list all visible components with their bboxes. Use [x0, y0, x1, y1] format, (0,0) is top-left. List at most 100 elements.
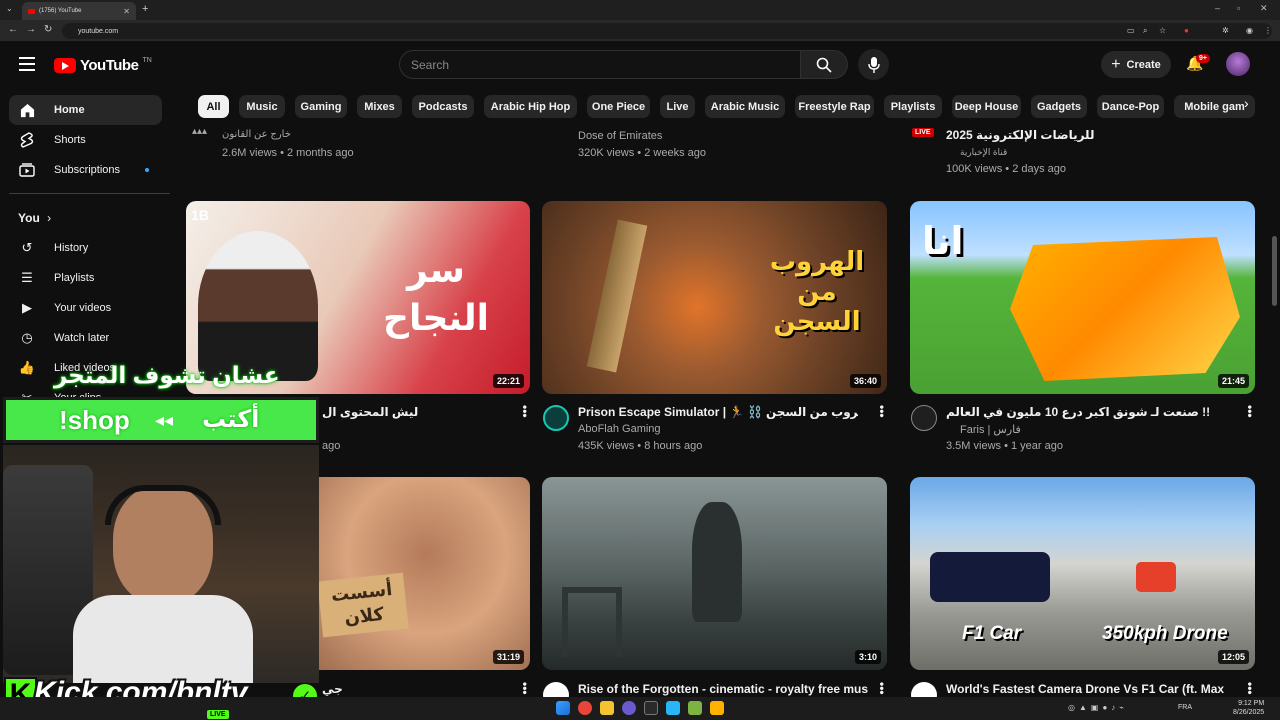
clock[interactable]: 9:12 PM 8/26/2025 — [1233, 699, 1264, 717]
video-title[interactable]: World's Fastest Camera Drone Vs F1 Car (… — [946, 682, 1236, 696]
sidebar-item-playlists[interactable]: ☰ Playlists — [9, 263, 162, 293]
more-actions-icon[interactable]: ••• — [518, 682, 532, 695]
chip-live[interactable]: Live — [660, 95, 695, 118]
liked-videos-icon: 👍 — [18, 360, 36, 375]
shorts-icon — [19, 132, 35, 148]
chip-podcasts[interactable]: Podcasts — [412, 95, 474, 118]
video-title[interactable]: جي — [322, 682, 343, 696]
channel-avatar[interactable] — [911, 405, 937, 431]
extensions-puzzle-icon[interactable]: ✲ — [1222, 26, 1229, 35]
system-tray-icons[interactable]: ◎▲▣●♪⌁ — [1068, 703, 1128, 712]
drone-graphic — [1136, 562, 1176, 592]
video-meta: ago — [322, 440, 341, 452]
sidebar-item-shorts[interactable]: Shorts — [9, 125, 162, 155]
chip-freestyle-rap[interactable]: Freestyle Rap — [795, 95, 874, 118]
search-input[interactable]: Search — [399, 50, 801, 79]
bookmark-star-icon[interactable]: ☆ — [1159, 26, 1166, 35]
video-channel[interactable]: قناة الإخبارية — [960, 147, 1007, 158]
chip-mobile-gam[interactable]: Mobile gam — [1174, 95, 1255, 118]
video-channel[interactable]: Faris | فارس — [960, 423, 1021, 436]
minimize-icon[interactable]: – — [1215, 3, 1220, 13]
forward-icon[interactable]: → — [26, 24, 36, 35]
browser-tab-youtube[interactable]: (1756) YouTube ✕ — [22, 2, 136, 20]
chip-gadgets[interactable]: Gadgets — [1031, 95, 1087, 118]
more-actions-icon[interactable]: ••• — [875, 405, 889, 418]
shovel-graphic — [586, 219, 648, 373]
more-actions-icon[interactable]: ••• — [518, 405, 532, 418]
chip-playlists[interactable]: Playlists — [884, 95, 942, 118]
video-title[interactable]: Prison Escape Simulator | 🏃 ⛓️ محاكي اله… — [578, 405, 858, 419]
tab-list-chevron-icon[interactable]: ⌄ — [6, 4, 13, 13]
sidebar-item-watch-later[interactable]: ◷ Watch later — [9, 323, 162, 353]
video-title[interactable]: Rise of the Forgotten - cinematic - roya… — [578, 682, 868, 696]
app-icon[interactable] — [710, 701, 724, 715]
minecraft-icon[interactable] — [688, 701, 702, 715]
video-thumbnail[interactable]: الهروب من السجن 36:40 — [542, 201, 887, 394]
live-indicator: LIVE — [207, 710, 229, 719]
chrome-icon[interactable] — [578, 701, 592, 715]
maximize-icon[interactable]: ▫ — [1237, 3, 1240, 13]
chip-gaming[interactable]: Gaming — [295, 95, 347, 118]
account-avatar[interactable] — [1226, 52, 1250, 76]
back-icon[interactable]: ← — [8, 24, 18, 35]
search-button[interactable] — [800, 50, 848, 79]
file-explorer-icon[interactable] — [600, 701, 614, 715]
sidebar-item-label: Home — [54, 104, 85, 116]
chip-music[interactable]: Music — [239, 95, 285, 118]
zoom-icon[interactable]: ⌕ — [1143, 26, 1147, 36]
channel-avatar[interactable] — [543, 405, 569, 431]
sidebar-item-label: Watch later — [54, 332, 110, 344]
you-section-header[interactable]: You › — [18, 211, 51, 225]
sidebar-item-subscriptions[interactable]: Subscriptions — [9, 155, 162, 185]
browser-menu-icon[interactable]: ⋮ — [1264, 26, 1272, 35]
sidebar-item-your-videos[interactable]: ▶ Your videos — [9, 293, 162, 323]
youtube-favicon-icon — [28, 8, 35, 14]
extension-icon[interactable]: ● — [1184, 26, 1189, 35]
channel-avatar-partial[interactable]: ▴▴▴ — [192, 126, 207, 137]
close-tab-icon[interactable]: ✕ — [123, 7, 130, 16]
video-channel[interactable]: خارج عن القانون — [222, 129, 291, 140]
install-icon[interactable]: ▭ — [1127, 26, 1135, 35]
chip-deep-house[interactable]: Deep House — [952, 95, 1021, 118]
url-field[interactable]: youtube.com — [62, 23, 1272, 39]
voice-search-button[interactable] — [858, 49, 889, 80]
close-window-icon[interactable]: ✕ — [1260, 3, 1268, 14]
video-thumbnail[interactable]: F1 Car 350kph Drone 12:05 — [910, 477, 1255, 670]
more-actions-icon[interactable]: ••• — [875, 682, 889, 695]
chip-arabic-hip-hop[interactable]: Arabic Hip Hop — [484, 95, 577, 118]
video-channel[interactable]: AboFlah Gaming — [578, 423, 661, 435]
more-actions-icon[interactable]: ••• — [1243, 682, 1257, 695]
reload-icon[interactable]: ↻ — [44, 24, 52, 35]
webcam-overlay — [3, 445, 319, 683]
youtube-logo[interactable]: YouTube TN — [54, 57, 152, 74]
chip-mixes[interactable]: Mixes — [357, 95, 402, 118]
terminal-icon[interactable] — [644, 701, 658, 715]
discord-icon[interactable] — [622, 701, 636, 715]
profile-icon[interactable]: ◉ — [1246, 26, 1253, 35]
history-icon: ↺ — [21, 240, 33, 255]
language-indicator[interactable]: FRA — [1178, 704, 1192, 711]
more-actions-icon[interactable]: ••• — [1243, 405, 1257, 418]
chip-all[interactable]: All — [198, 95, 229, 118]
create-button[interactable]: + Create — [1101, 51, 1171, 78]
sidebar-item-label: Playlists — [54, 272, 95, 284]
new-tab-button[interactable]: + — [142, 3, 148, 15]
sidebar-item-home[interactable]: Home — [9, 95, 162, 125]
chips-next-chevron-icon[interactable]: › — [1244, 95, 1264, 118]
video-channel[interactable]: Dose of Emirates — [578, 130, 662, 142]
hamburger-menu-icon[interactable] — [19, 57, 35, 71]
app-icon[interactable] — [666, 701, 680, 715]
thumbnail-text: سر النجاح — [383, 249, 489, 338]
chip-dance-pop[interactable]: Dance-Pop — [1097, 95, 1164, 118]
sidebar-item-history[interactable]: ↺ History — [9, 233, 162, 263]
chip-one-piece[interactable]: One Piece — [587, 95, 650, 118]
page-scrollbar[interactable] — [1272, 236, 1277, 306]
url-text: youtube.com — [78, 27, 119, 35]
chip-arabic-music[interactable]: Arabic Music — [705, 95, 785, 118]
video-thumbnail[interactable]: انا 21:45 — [910, 201, 1255, 394]
video-thumbnail[interactable]: 3:10 — [542, 477, 887, 670]
video-title[interactable]: صنعت لـ شونق اكبر درع 10 مليون في العالم… — [946, 405, 1236, 419]
video-title[interactable]: للرياضات الإلكترونية 2025 — [946, 128, 1094, 142]
video-title[interactable]: ليش المحتوى ال — [322, 405, 512, 419]
start-menu-icon[interactable] — [556, 701, 570, 715]
